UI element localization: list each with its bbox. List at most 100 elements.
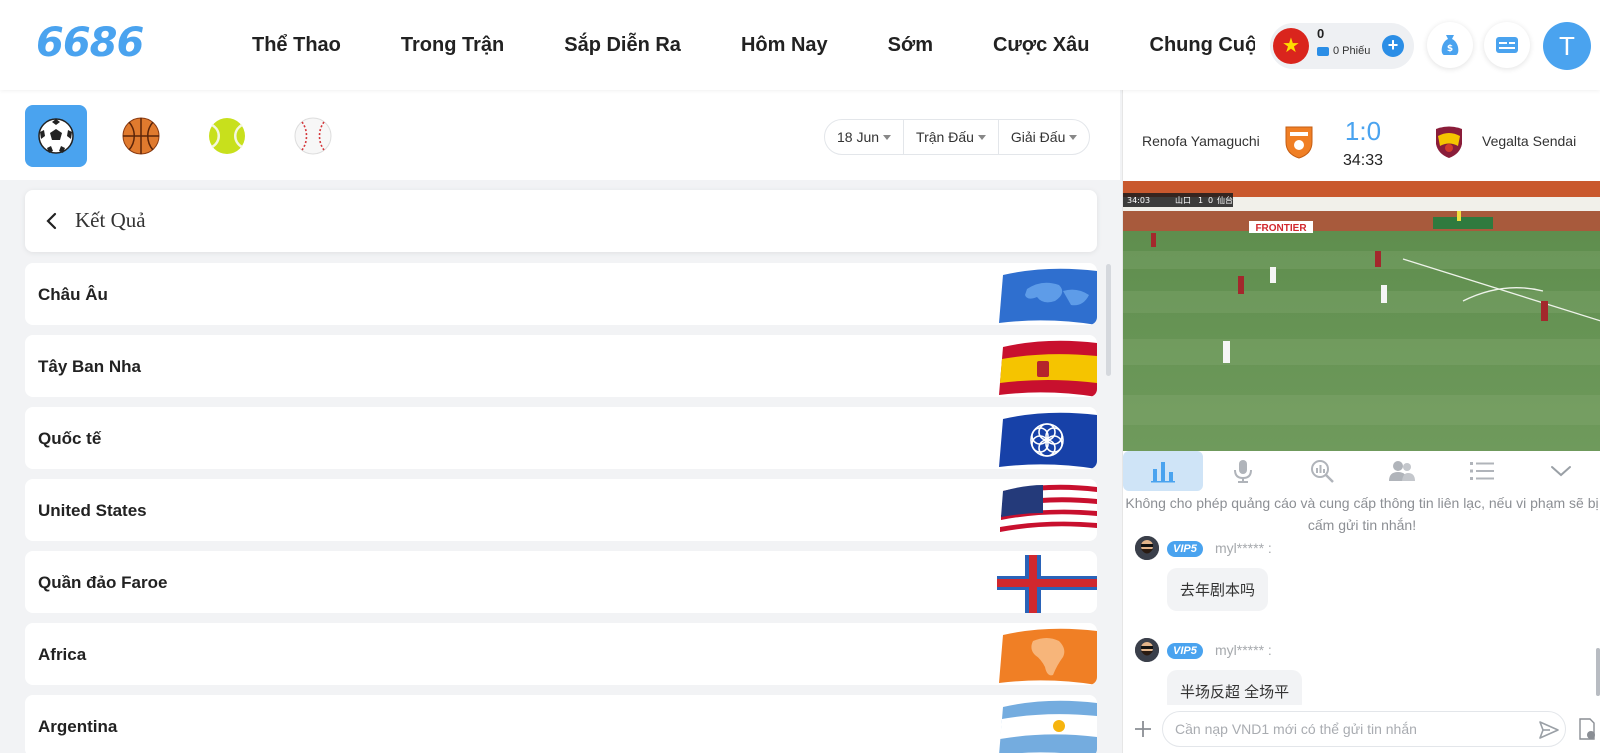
europe-flag-icon bbox=[999, 268, 1097, 325]
results-header: Kết Quả bbox=[25, 190, 1097, 252]
country-row-argentina[interactable]: Argentina bbox=[25, 695, 1097, 753]
vip-badge: VIP5 bbox=[1167, 643, 1203, 659]
sport-tab-basketball[interactable] bbox=[110, 105, 172, 167]
video-overlay-away-score: 0 bbox=[1208, 196, 1213, 205]
results-title: Kết Quả bbox=[75, 208, 146, 232]
money-bag-button[interactable]: $ bbox=[1427, 22, 1473, 68]
users-icon bbox=[1388, 461, 1415, 481]
nav-item-som[interactable]: Sớm bbox=[888, 34, 933, 57]
away-team-crest-icon bbox=[1436, 126, 1462, 158]
results-scrollbar[interactable] bbox=[1106, 264, 1111, 376]
back-arrow-icon[interactable] bbox=[39, 208, 65, 234]
live-panel: Renofa Yamaguchi 1:0 34:33 Vegalta Senda… bbox=[1122, 90, 1600, 753]
video-board-text: FRONTIER bbox=[1255, 223, 1307, 234]
collapse-tab[interactable] bbox=[1521, 451, 1600, 491]
match-clock: 34:33 bbox=[1342, 152, 1384, 169]
caret-down-icon bbox=[883, 134, 892, 140]
chat-input-bar bbox=[1123, 705, 1600, 753]
results-panel: 18 Jun Trận Đấu Giải Đấu Kết Quả Châu Âu bbox=[0, 90, 1120, 753]
chat-bubble: 半场反超 全场平 bbox=[1167, 670, 1303, 705]
home-team-name: Renofa Yamaguchi bbox=[1142, 133, 1260, 149]
plus-icon[interactable] bbox=[1133, 719, 1153, 739]
chevron-down-icon bbox=[1551, 466, 1572, 477]
international-flag-icon bbox=[999, 412, 1097, 469]
list-icon bbox=[1469, 462, 1494, 480]
nav-item-chung-cuoc[interactable]: Chung Cuộc bbox=[1150, 34, 1256, 57]
argentina-flag-icon bbox=[999, 700, 1097, 753]
user-avatar[interactable]: T bbox=[1543, 22, 1591, 70]
africa-flag-icon bbox=[999, 628, 1097, 685]
league-filter[interactable]: Giải Đấu bbox=[999, 120, 1089, 154]
bearded-user-icon bbox=[1135, 638, 1159, 662]
send-icon[interactable] bbox=[1538, 719, 1560, 741]
stats-tab[interactable] bbox=[1123, 451, 1203, 491]
country-row-africa[interactable]: Africa bbox=[25, 623, 1097, 685]
chat-message-input[interactable] bbox=[1162, 711, 1566, 747]
country-row-quoc-te[interactable]: Quốc tế bbox=[25, 407, 1097, 469]
sport-tab-tennis[interactable] bbox=[196, 105, 258, 167]
document-icon[interactable] bbox=[1578, 718, 1596, 740]
match-filter-label: Trận Đấu bbox=[916, 129, 974, 145]
country-name: Châu Âu bbox=[38, 285, 108, 304]
soccer-ball-icon bbox=[38, 118, 74, 154]
usa-flag-icon bbox=[999, 484, 1097, 541]
nav-item-cuoc-xau[interactable]: Cược Xâu bbox=[993, 34, 1090, 57]
vip-badge: VIP5 bbox=[1167, 541, 1203, 557]
league-filter-label: Giải Đấu bbox=[1010, 129, 1066, 145]
spain-flag-icon bbox=[999, 340, 1097, 397]
away-team-name: Vegalta Sendai bbox=[1482, 133, 1577, 149]
baseball-icon bbox=[294, 117, 332, 155]
nav-item-trong-tran[interactable]: Trong Trận bbox=[401, 34, 504, 57]
deposit-plus-button[interactable]: + bbox=[1382, 35, 1404, 57]
country-name: United States bbox=[38, 501, 147, 520]
chat-user-avatar[interactable] bbox=[1135, 536, 1159, 560]
chat-scrollbar[interactable] bbox=[1596, 648, 1600, 696]
match-filter[interactable]: Trận Đấu bbox=[904, 120, 999, 154]
vietnam-flag-icon: ★ bbox=[1273, 28, 1309, 64]
video-overlay-home: 山口 bbox=[1175, 195, 1191, 205]
tennis-ball-icon bbox=[209, 118, 245, 154]
live-toolbar bbox=[1123, 451, 1600, 491]
chat-user-avatar[interactable] bbox=[1135, 638, 1159, 662]
chat-message: VIP5 myl***** : 半场反超 全场平 bbox=[1123, 638, 1600, 705]
date-filter-label: 18 Jun bbox=[837, 129, 880, 145]
chat-username: myl***** : bbox=[1215, 540, 1272, 556]
lineup-tab[interactable] bbox=[1362, 451, 1442, 491]
nav-item-hom-nay[interactable]: Hôm Nay bbox=[741, 34, 828, 57]
chat-bubble: 去年剧本吗 bbox=[1167, 568, 1269, 611]
top-navbar: 6686 Thể Thao Trong Trận Sắp Diễn Ra Hôm… bbox=[0, 0, 1600, 90]
audio-tab[interactable] bbox=[1203, 451, 1283, 491]
country-name: Quần đảo Faroe bbox=[38, 573, 168, 592]
caret-down-icon bbox=[1069, 134, 1078, 140]
caret-down-icon bbox=[977, 134, 986, 140]
video-overlay-away: 仙台 bbox=[1217, 195, 1233, 205]
wallet-tickets: 0 Phiếu bbox=[1317, 45, 1370, 57]
chat-notice: Không cho phép quảng cáo và cung cấp thô… bbox=[1125, 495, 1599, 533]
match-score: 1:0 bbox=[1344, 116, 1382, 146]
wallet-balance: 0 bbox=[1317, 26, 1325, 41]
site-logo[interactable]: 6686 bbox=[36, 20, 144, 66]
main-nav: Thể Thao Trong Trận Sắp Diễn Ra Hôm Nay … bbox=[222, 0, 1255, 90]
sport-tab-soccer[interactable] bbox=[25, 105, 87, 167]
bearded-user-icon bbox=[1135, 536, 1159, 560]
live-video-player[interactable]: FRONTIER 34:03 山口 1 0 仙台 bbox=[1123, 181, 1600, 451]
date-filter[interactable]: 18 Jun bbox=[825, 120, 905, 154]
wallet-widget[interactable]: ★ 0 0 Phiếu + bbox=[1270, 23, 1414, 69]
bar-chart-icon bbox=[1150, 462, 1175, 483]
sport-tab-baseball[interactable] bbox=[282, 105, 344, 167]
country-name: Tây Ban Nha bbox=[38, 357, 141, 376]
country-row-chau-au[interactable]: Châu Âu bbox=[25, 263, 1097, 325]
analysis-tab[interactable] bbox=[1282, 451, 1362, 491]
card-button[interactable] bbox=[1484, 22, 1530, 68]
chat-messages: VIP5 myl***** : 去年剧本吗 VIP5 myl***** : 半场… bbox=[1123, 536, 1600, 705]
basketball-icon bbox=[122, 117, 160, 155]
country-row-quan-dao-faroe[interactable]: Quần đảo Faroe bbox=[25, 551, 1097, 613]
video-overlay-time: 34:03 bbox=[1127, 196, 1150, 205]
country-row-tay-ban-nha[interactable]: Tây Ban Nha bbox=[25, 335, 1097, 397]
list-tab[interactable] bbox=[1442, 451, 1522, 491]
country-row-united-states[interactable]: United States bbox=[25, 479, 1097, 541]
match-header: Renofa Yamaguchi 1:0 34:33 Vegalta Senda… bbox=[1123, 90, 1600, 181]
nav-item-sap-dien-ra[interactable]: Sắp Diễn Ra bbox=[564, 34, 681, 57]
nav-item-the-thao[interactable]: Thể Thao bbox=[252, 34, 341, 57]
ticket-icon bbox=[1317, 46, 1329, 56]
